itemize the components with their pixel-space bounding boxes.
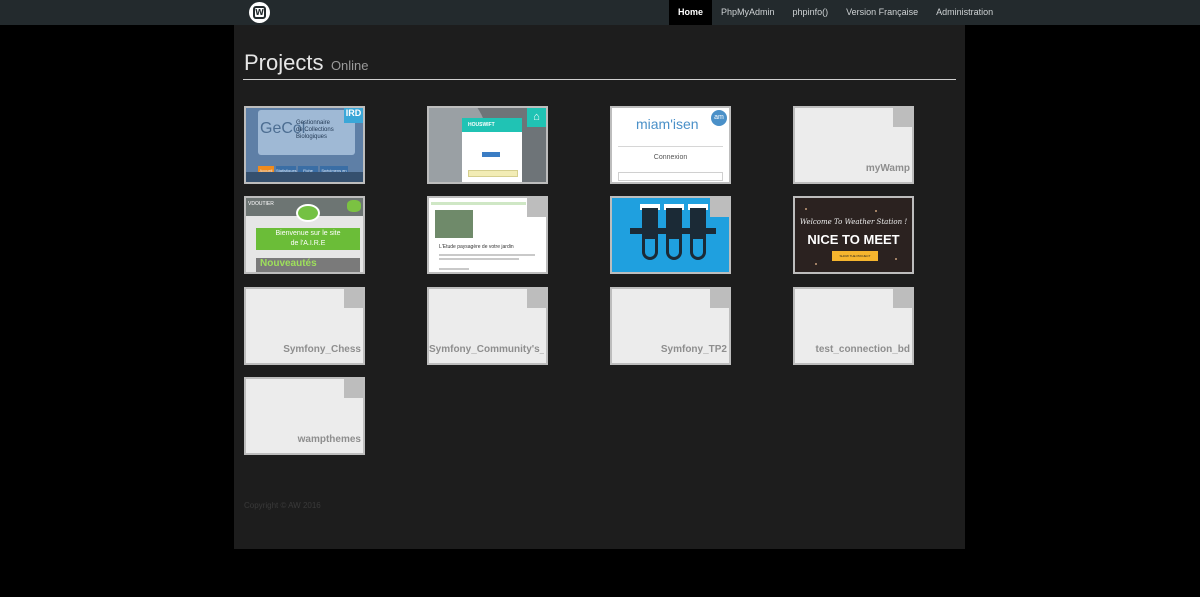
thumb-button: SHOW THE PROJECT [832,251,878,261]
nav-item-phpinfo[interactable]: phpinfo() [784,0,838,25]
project-label: Symfony_TP2 [660,344,727,355]
tile-corner [893,108,912,127]
thumb-text-line: de Collections Biologiques [296,127,334,140]
tube-fill [693,239,703,257]
home-icon: ⌂ [527,108,546,127]
nav-item-home[interactable]: Home [669,0,713,25]
project-label: wampthemes [297,434,361,445]
tube-rack [630,228,716,234]
wamp-logo[interactable]: W [249,2,270,23]
nav-item-phpmyadmin[interactable]: PhpMyAdmin [712,0,784,25]
thumb-card: HOUSWIFT [462,118,522,182]
project-label: Symfony_Community's_l [429,344,544,355]
thumb-heading: Connexion [653,154,688,161]
thumb-title: L'Etude paysagère de votre jardin [439,244,514,250]
project-tile-symfony-tp2[interactable]: Symfony_TP2 [610,287,731,365]
heading-divider [243,79,956,80]
thumb-text-line [439,254,535,256]
thumb-banner-line: Bienvenue sur le site [275,230,341,237]
tile-corner [710,198,729,217]
tube-fill [645,239,655,257]
project-tile-test-connection-bd[interactable]: test_connection_bd [793,287,914,365]
thumb-divider [618,146,723,147]
thumb-banner-line: de l'A.I.R.E [290,240,326,247]
nav-item-version-francaise[interactable]: Version Française [837,0,927,25]
page-title: Projects [244,50,324,75]
nav-menu: Home PhpMyAdmin phpinfo() Version França… [669,0,1002,25]
tile-corner [344,379,363,398]
test-tube-icon [666,208,682,260]
top-navbar: W Home PhpMyAdmin phpinfo() Version Fran… [0,0,1200,25]
tile-corner [710,289,729,308]
thumb-welcome: Welcome To Weather Station ! [799,218,908,226]
project-tile-aire[interactable]: VDOUTIER Bienvenue sur le site de l'A.I.… [244,196,365,274]
thumb-text-line [439,258,519,260]
thumb-dot [805,208,807,210]
tile-corner [527,198,546,217]
project-label: Symfony_Chess [283,344,361,355]
project-label: myWamp [865,163,910,174]
tile-corner [344,289,363,308]
project-tile-weather[interactable]: Welcome To Weather Station ! NICE TO MEE… [793,196,914,274]
project-tile-mywamp[interactable]: myWamp [793,106,914,184]
project-label: test_connection_bd [815,344,910,355]
project-tile-etude[interactable]: L'Etude paysagère de votre jardin [427,196,548,274]
ird-badge: IRD [344,108,363,123]
thumb-news: Nouveautés [256,258,360,272]
am-badge: am [711,110,727,126]
thumb-brand: HOUSWIFT [462,118,522,132]
thumb-photo [435,210,473,238]
project-tile-symfony-community[interactable]: Symfony_Community's_l [427,287,548,365]
main-content: Projects Online GeCol Gestionnaire de Co… [234,25,965,549]
thumb-headline: NICE TO MEET [807,232,900,247]
project-tile-tubes[interactable] [610,196,731,274]
nav-item-administration[interactable]: Administration [927,0,1002,25]
thumb-logo: miam'isen [636,116,699,132]
thumb-header [431,202,526,205]
frog-icon [347,200,361,212]
copyright-footer: Copyright © AW 2016 [244,501,321,510]
thumb-logo [296,204,320,222]
thumb-dot [875,210,877,212]
project-tile-gecol[interactable]: GeCol Gestionnaire de Collections Biolog… [244,106,365,184]
thumb-text: Gestionnaire de Collections Biologiques [296,120,363,141]
thumb-text-line [439,268,469,270]
thumb-input [618,172,723,181]
test-tube-icon [690,208,706,260]
project-tile-wampthemes[interactable]: wampthemes [244,377,365,455]
tube-fill [669,239,679,257]
thumb-input [468,170,518,177]
project-tile-houswift[interactable]: HOUSWIFT ⌂ [427,106,548,184]
tile-corner [893,289,912,308]
page-subtitle: Online [330,58,369,73]
thumb-dot [895,258,897,260]
thumb-bar [246,172,363,182]
project-tile-miamisen[interactable]: miam'isen am Connexion [610,106,731,184]
thumb-button [482,152,500,157]
project-tile-symfony-chess[interactable]: Symfony_Chess [244,287,365,365]
page-heading: Projects Online [244,50,369,76]
thumb-dot [815,263,817,265]
test-tube-icon [642,208,658,260]
wamp-logo-icon: W [253,6,266,19]
tile-corner [527,289,546,308]
thumb-banner: Bienvenue sur le site de l'A.I.R.E [256,228,360,250]
